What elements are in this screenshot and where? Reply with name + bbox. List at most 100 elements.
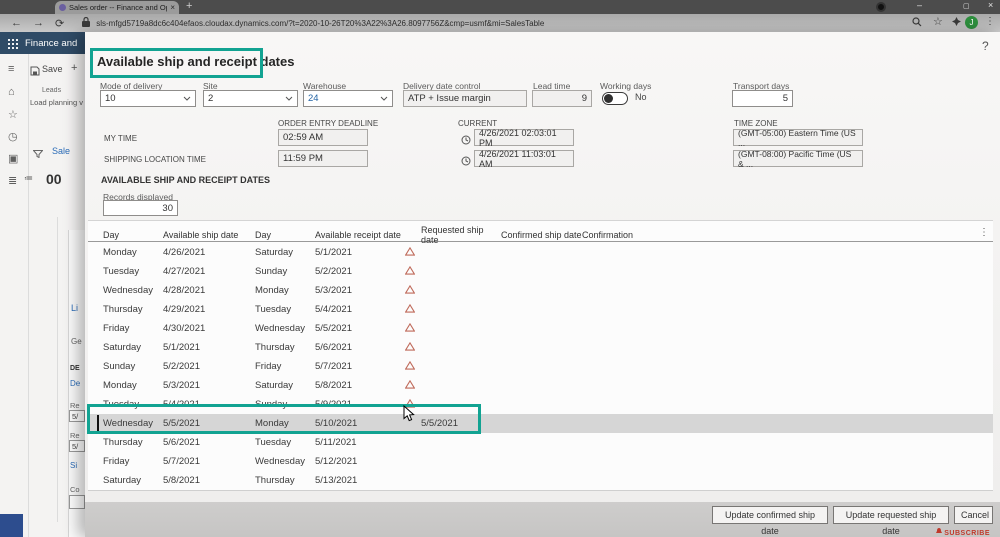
lead-time-field: 9 (532, 90, 592, 107)
cell: Tuesday (255, 437, 315, 448)
cell: Friday (103, 456, 163, 467)
chevron-down-icon[interactable] (380, 93, 388, 104)
modules-list-icon[interactable]: ≣ (8, 174, 17, 187)
favorites-star-icon[interactable]: ☆ (8, 108, 18, 121)
col-day2[interactable]: Day (255, 230, 315, 240)
cell: 5/5/2021 (315, 323, 405, 334)
requested-date2-field-fragment[interactable]: 5/ (69, 440, 85, 452)
col-requested-ship-date[interactable]: Requested ship date (421, 225, 501, 245)
warning-icon (405, 266, 421, 278)
app-launcher-waffle-icon[interactable] (7, 38, 18, 49)
leads-fragment: Leads (42, 87, 61, 94)
sales-order-link-fragment[interactable]: Sale (52, 146, 70, 156)
forward-button-icon[interactable]: → (33, 17, 44, 29)
my-time-current-value: 4/26/2021 02:03:01 PM (479, 128, 569, 148)
workspaces-icon[interactable]: ▣ (8, 152, 18, 165)
working-days-toggle[interactable] (602, 92, 628, 105)
requested-date2-label-fragment: Re (70, 431, 80, 440)
add-button[interactable]: + (71, 62, 77, 74)
cell: Thursday (255, 475, 315, 486)
col-confirmed-ship-date[interactable]: Confirmed ship date (501, 230, 582, 240)
table-row[interactable]: Thursday4/29/2021Tuesday5/4/2021 (88, 300, 993, 319)
col-available-ship-date[interactable]: Available ship date (163, 230, 255, 240)
delivery-link-fragment[interactable]: De (70, 379, 80, 388)
cell: Wednesday (255, 456, 315, 467)
background-page: Finance and ≡ ⌂ ☆ ◷ ▣ ≣ Save + Leads Loa… (0, 32, 85, 537)
address-bar-url[interactable]: sls-mfgd5719a8dc6c404efaos.cloudax.dynam… (96, 19, 544, 28)
requested-date-field-fragment[interactable]: 5/ (69, 410, 85, 422)
filter-icon[interactable] (33, 145, 43, 163)
window-minimize-button[interactable]: – (917, 0, 922, 10)
cell: 5/8/2021 (315, 380, 405, 391)
table-row[interactable]: Tuesday4/27/2021Sunday5/2/2021 (88, 262, 993, 281)
bookmark-star-icon[interactable]: ☆ (933, 15, 943, 28)
table-row[interactable]: Wednesday4/28/2021Monday5/3/2021 (88, 281, 993, 300)
browser-menu-icon[interactable]: ⋮ (985, 16, 995, 27)
my-time-timezone-value: (GMT-05:00) Eastern Time (US ... (738, 128, 858, 148)
mode-of-delivery-combo[interactable]: 10 (100, 90, 196, 107)
site-link-fragment[interactable]: Si (70, 461, 77, 470)
table-row[interactable]: Saturday5/8/2021Thursday5/13/2021 (88, 471, 993, 490)
cell: 5/11/2021 (315, 437, 405, 448)
reload-button-icon[interactable]: ⟳ (55, 17, 64, 30)
cell: 4/30/2021 (163, 323, 255, 334)
update-requested-ship-date-button[interactable]: Update requested ship date (833, 506, 949, 524)
chevron-down-icon[interactable] (285, 93, 293, 104)
record-indicator-icon (876, 2, 886, 12)
window-close-button[interactable]: × (988, 0, 993, 10)
help-icon[interactable]: ? (982, 39, 989, 53)
back-button-icon[interactable]: ← (11, 17, 22, 29)
warehouse-combo[interactable]: 24 (303, 90, 393, 107)
mode-of-delivery-value: 10 (105, 93, 116, 104)
save-button[interactable]: Save (42, 64, 63, 74)
cell: 4/26/2021 (163, 247, 255, 258)
window-maximize-button[interactable]: ▢ (963, 2, 970, 10)
clock-icon (461, 132, 471, 150)
recent-clock-icon[interactable]: ◷ (8, 130, 18, 143)
home-icon[interactable]: ⌂ (8, 86, 15, 98)
sort-list-icon[interactable]: ≔ (24, 173, 33, 184)
hamburger-menu-icon[interactable]: ≡ (8, 63, 14, 75)
cell: 5/1/2021 (163, 342, 255, 353)
section-title: AVAILABLE SHIP AND RECEIPT DATES (101, 175, 270, 185)
table-row[interactable]: Friday4/30/2021Wednesday5/5/2021 (88, 319, 993, 338)
chevron-down-icon[interactable] (183, 93, 191, 104)
transport-days-field[interactable]: 5 (732, 90, 793, 107)
site-combo[interactable]: 2 (203, 90, 298, 107)
new-tab-button[interactable]: + (186, 0, 192, 12)
browser-profile-avatar[interactable]: J (965, 16, 978, 29)
warning-icon (405, 380, 421, 392)
table-row[interactable]: Monday4/26/2021Saturday5/1/2021 (88, 243, 993, 262)
extension-pin-icon[interactable] (952, 17, 961, 29)
cell: 4/29/2021 (163, 304, 255, 315)
table-row[interactable]: Thursday5/6/2021Tuesday5/11/2021 (88, 433, 993, 452)
shipping-timezone-value: (GMT-08:00) Pacific Time (US & ... (738, 149, 858, 169)
cancel-button[interactable]: Cancel (954, 506, 993, 524)
col-confirmation[interactable]: Confirmation (582, 230, 993, 240)
ship-dates-table: Day Available ship date Day Available re… (88, 220, 993, 491)
screen: Sales order -- Finance and Oper × + – ▢ … (0, 0, 1000, 537)
col-day1[interactable]: Day (103, 230, 163, 240)
my-time-deadline-value: 02:59 AM (283, 132, 323, 143)
zoom-search-icon[interactable] (912, 17, 922, 30)
table-row[interactable]: Friday5/7/2021Wednesday5/12/2021 (88, 452, 993, 471)
tab-close-icon[interactable]: × (170, 3, 175, 12)
lines-tab-fragment[interactable]: Li (71, 303, 78, 313)
records-displayed-field[interactable]: 30 (103, 200, 178, 216)
table-row[interactable]: Sunday5/2/2021Friday5/7/2021 (88, 357, 993, 376)
records-displayed-value: 30 (162, 203, 173, 214)
save-icon[interactable] (30, 63, 40, 81)
dialog-footer: Update confirmed ship date Update reques… (85, 502, 1000, 537)
delivery-date-control-field: ATP + Issue margin (403, 90, 527, 107)
cell: Monday (103, 247, 163, 258)
table-menu-ellipsis-icon[interactable]: ⋮ (979, 227, 989, 238)
table-row[interactable]: Saturday5/1/2021Thursday5/6/2021 (88, 338, 993, 357)
confirmed-field-fragment[interactable] (69, 495, 85, 509)
my-time-current-field: 4/26/2021 02:03:01 PM (474, 129, 574, 146)
browser-tab[interactable]: Sales order -- Finance and Oper × (55, 1, 179, 14)
cell: 5/3/2021 (315, 285, 405, 296)
col-available-receipt-date[interactable]: Available receipt date (315, 230, 405, 240)
table-row[interactable]: Monday5/3/2021Saturday5/8/2021 (88, 376, 993, 395)
video-logo-square (0, 514, 23, 537)
update-confirmed-ship-date-button[interactable]: Update confirmed ship date (712, 506, 828, 524)
